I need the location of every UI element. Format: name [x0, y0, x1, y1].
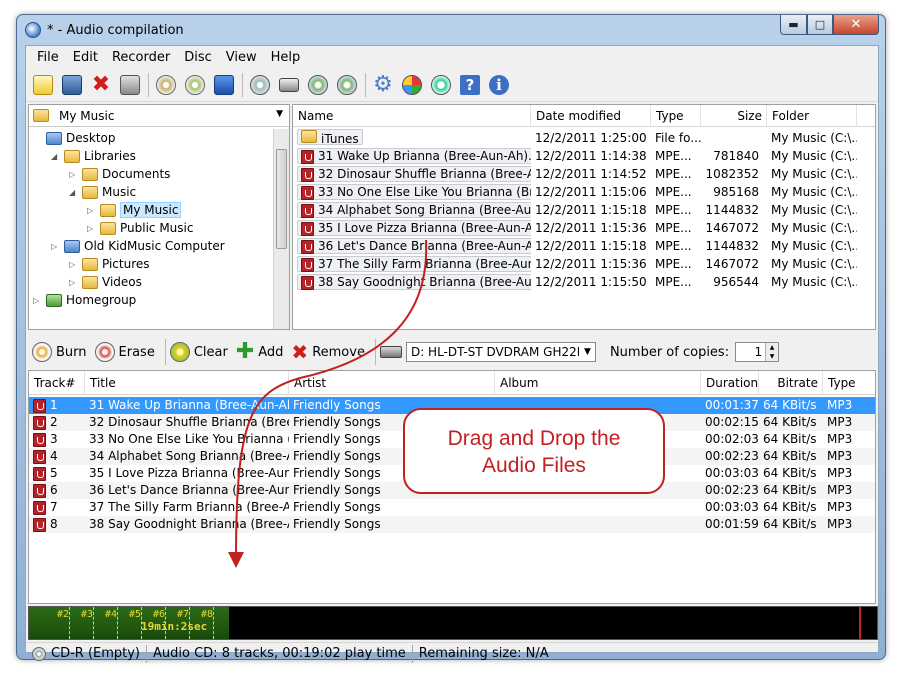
drag-arrow	[228, 239, 428, 568]
